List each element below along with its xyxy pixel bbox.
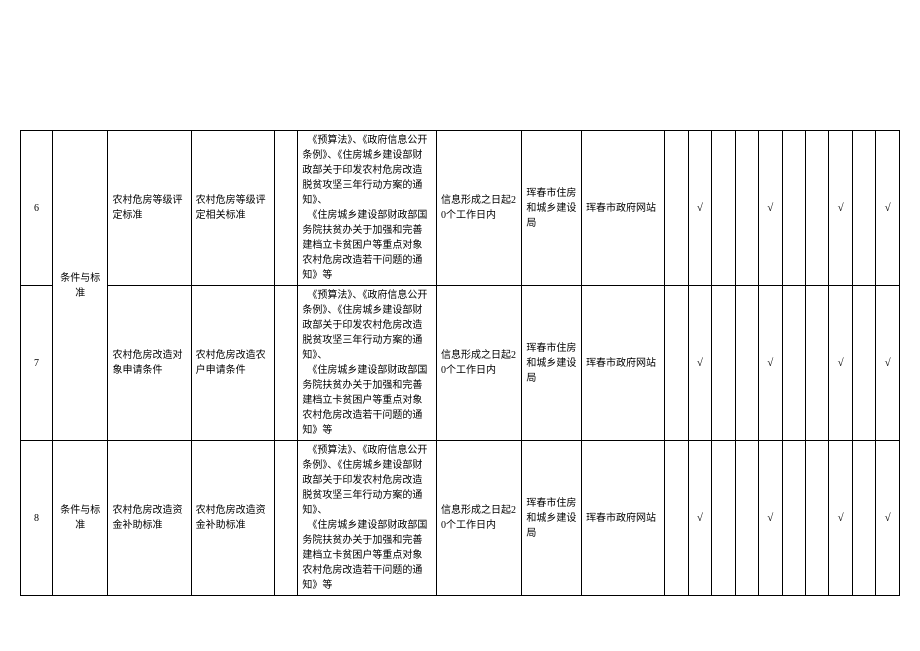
table-row: 8 条件与标准 农村危房改造资金补助标准 农村危房改造资金补助标准 《预算法》、… — [21, 441, 900, 596]
cell-empty — [274, 131, 297, 286]
cell-mark: √ — [876, 286, 900, 441]
cell-mark: √ — [829, 131, 852, 286]
cell-basis: 《预算法》、《政府信息公开条例》、《住房城乡建设部财政部关于印发农村危房改造脱贫… — [298, 131, 437, 286]
cell-mark: √ — [876, 441, 900, 596]
cell-mark — [782, 286, 805, 441]
cell-mark — [712, 286, 735, 441]
cell-content: 农村危房改造资金补助标准 — [191, 441, 274, 596]
cell-empty — [274, 286, 297, 441]
cell-mark — [735, 131, 758, 286]
cell-time: 信息形成之日起20个工作日内 — [437, 441, 522, 596]
cell-mark — [735, 441, 758, 596]
cell-channel: 珲春市政府网站 — [582, 131, 665, 286]
cell-mark — [712, 441, 735, 596]
cell-mark — [852, 286, 875, 441]
data-table: 6 条件与标准 农村危房等级评定标准 农村危房等级评定相关标准 《预算法》、《政… — [20, 130, 900, 596]
table-row: 7 农村危房改造对象申请条件 农村危房改造农户申请条件 《预算法》、《政府信息公… — [21, 286, 900, 441]
cell-idx: 6 — [21, 131, 53, 286]
cell-mark: √ — [688, 131, 711, 286]
cell-mark: √ — [876, 131, 900, 286]
cell-mark: √ — [688, 441, 711, 596]
cell-dept: 珲春市住房和城乡建设局 — [522, 131, 582, 286]
cell-mark — [782, 131, 805, 286]
cell-time: 信息形成之日起20个工作日内 — [437, 131, 522, 286]
cell-channel: 珲春市政府网站 — [582, 286, 665, 441]
cell-category: 条件与标准 — [53, 131, 108, 441]
cell-mark — [782, 441, 805, 596]
cell-mark — [805, 286, 828, 441]
cell-mark — [805, 131, 828, 286]
cell-mark — [665, 286, 688, 441]
cell-name: 农村危房等级评定标准 — [108, 131, 191, 286]
cell-channel: 珲春市政府网站 — [582, 441, 665, 596]
cell-mark — [852, 131, 875, 286]
cell-dept: 珲春市住房和城乡建设局 — [522, 441, 582, 596]
cell-mark: √ — [829, 286, 852, 441]
cell-content: 农村危房改造农户申请条件 — [191, 286, 274, 441]
cell-empty — [274, 441, 297, 596]
cell-mark: √ — [759, 286, 782, 441]
cell-time: 信息形成之日起20个工作日内 — [437, 286, 522, 441]
cell-mark: √ — [759, 131, 782, 286]
cell-name: 农村危房改造对象申请条件 — [108, 286, 191, 441]
cell-mark — [735, 286, 758, 441]
cell-mark — [712, 131, 735, 286]
cell-content: 农村危房等级评定相关标准 — [191, 131, 274, 286]
cell-basis: 《预算法》、《政府信息公开条例》、《住房城乡建设部财政部关于印发农村危房改造脱贫… — [298, 286, 437, 441]
cell-mark: √ — [759, 441, 782, 596]
cell-dept: 珲春市住房和城乡建设局 — [522, 286, 582, 441]
cell-mark — [852, 441, 875, 596]
cell-idx: 7 — [21, 286, 53, 441]
page: 6 条件与标准 农村危房等级评定标准 农村危房等级评定相关标准 《预算法》、《政… — [0, 0, 920, 651]
cell-mark: √ — [688, 286, 711, 441]
cell-category: 条件与标准 — [53, 441, 108, 596]
cell-basis: 《预算法》、《政府信息公开条例》、《住房城乡建设部财政部关于印发农村危房改造脱贫… — [298, 441, 437, 596]
cell-mark — [665, 441, 688, 596]
cell-mark — [665, 131, 688, 286]
cell-name: 农村危房改造资金补助标准 — [108, 441, 191, 596]
table-row: 6 条件与标准 农村危房等级评定标准 农村危房等级评定相关标准 《预算法》、《政… — [21, 131, 900, 286]
cell-mark — [805, 441, 828, 596]
cell-mark: √ — [829, 441, 852, 596]
cell-idx: 8 — [21, 441, 53, 596]
